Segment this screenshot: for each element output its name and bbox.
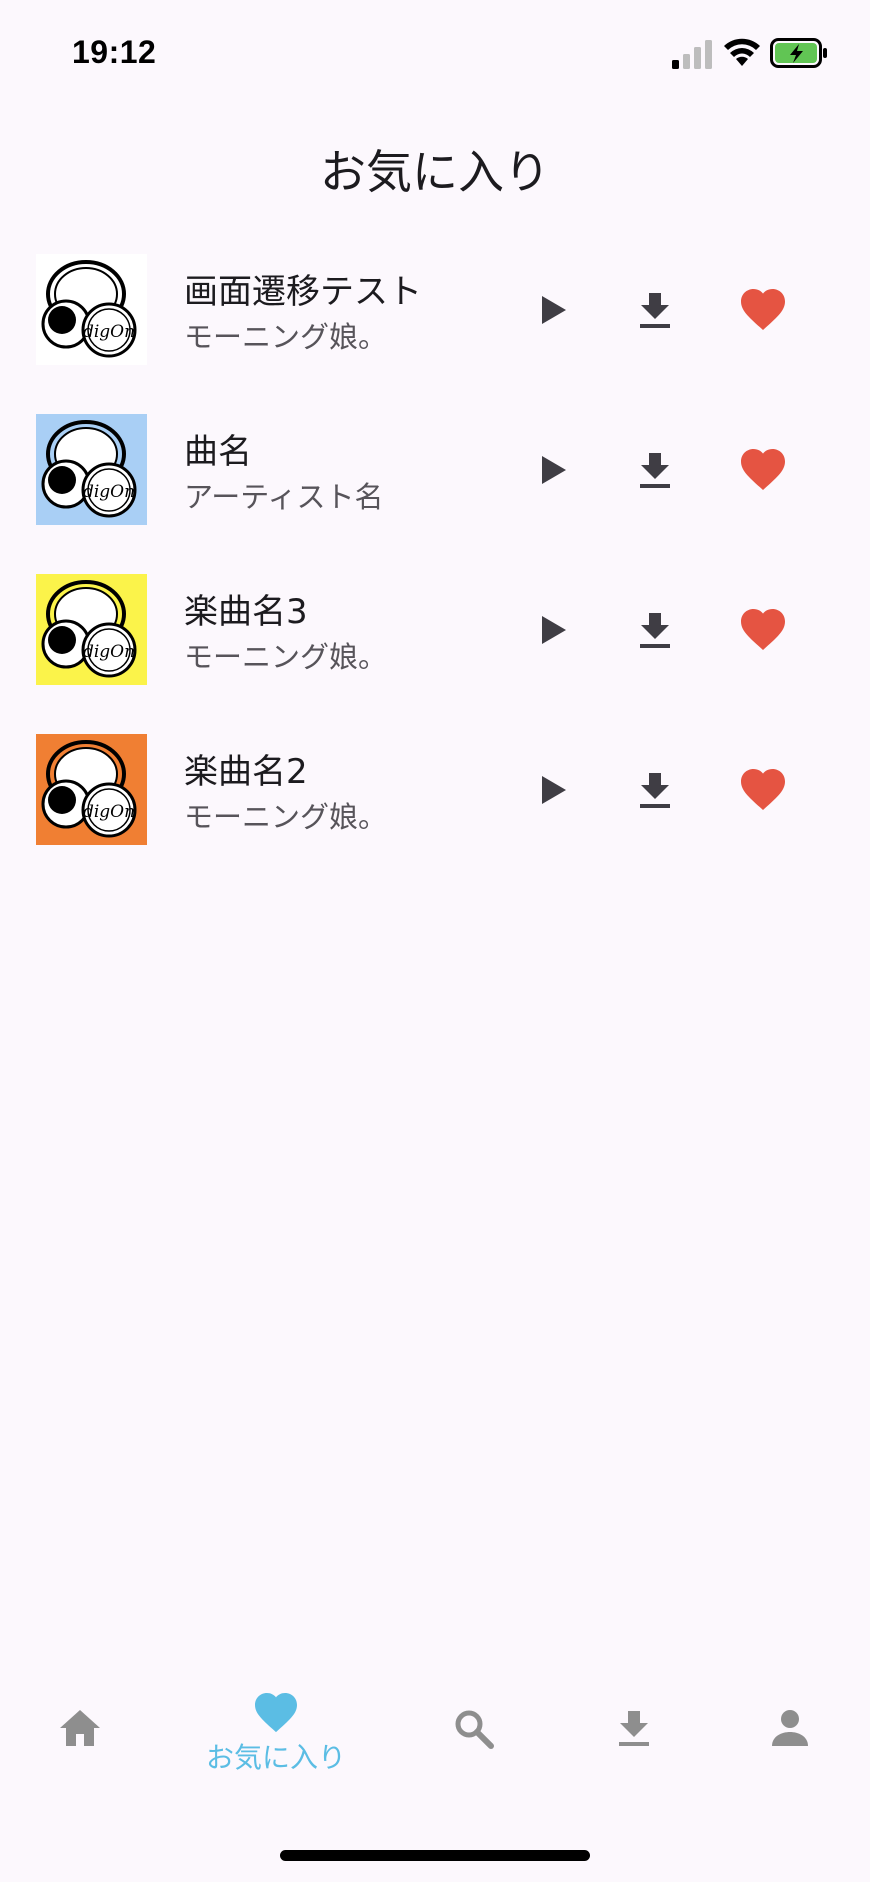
song-artist: モーニング娘。 — [184, 320, 388, 354]
home-icon — [60, 1710, 100, 1746]
nav-favorites-label: お気に入り — [205, 1741, 346, 1774]
search-icon — [455, 1710, 494, 1749]
nav-search[interactable] — [434, 1708, 514, 1750]
home-indicator — [280, 1850, 590, 1861]
person-icon — [772, 1710, 808, 1746]
headphones-logo-icon: digOn — [36, 574, 147, 685]
svg-text:digOn: digOn — [83, 482, 135, 502]
song-artist: モーニング娘。 — [184, 800, 388, 834]
download-icon — [640, 773, 670, 808]
song-title: 画面遷移テスト — [184, 272, 422, 312]
download-button[interactable] — [623, 758, 687, 822]
favorite-button[interactable] — [731, 438, 795, 502]
play-button[interactable] — [520, 598, 584, 662]
svg-text:digOn: digOn — [83, 322, 135, 342]
download-button[interactable] — [623, 438, 687, 502]
list-item[interactable]: digOn 曲名 アーティスト名 — [0, 410, 870, 570]
status-bar: 19:12 — [0, 0, 870, 110]
nav-account[interactable] — [750, 1708, 830, 1748]
download-icon — [640, 293, 670, 328]
heart-icon — [741, 769, 785, 810]
favorite-button[interactable] — [731, 278, 795, 342]
song-title: 楽曲名2 — [184, 752, 308, 792]
download-icon — [640, 613, 670, 648]
nav-downloads[interactable] — [594, 1708, 674, 1748]
wifi-icon — [724, 38, 760, 66]
album-artwork: digOn — [36, 574, 147, 685]
album-artwork: digOn — [36, 734, 147, 845]
download-icon — [640, 453, 670, 488]
nav-home[interactable] — [40, 1708, 120, 1748]
play-icon — [542, 456, 566, 484]
play-icon — [542, 776, 566, 804]
download-button[interactable] — [623, 278, 687, 342]
heart-icon — [741, 449, 785, 490]
song-artist: モーニング娘。 — [184, 640, 388, 674]
play-button[interactable] — [520, 438, 584, 502]
play-icon — [542, 616, 566, 644]
nav-favorites[interactable]: お気に入り — [176, 1692, 376, 1776]
svg-text:digOn: digOn — [83, 802, 135, 822]
list-item[interactable]: digOn 楽曲名2 モーニング娘。 — [0, 730, 870, 890]
song-title: 曲名 — [184, 432, 252, 472]
heart-icon — [255, 1692, 297, 1733]
favorites-list: digOn 画面遷移テスト モーニング娘。 digOn 曲名 アーティスト名 d… — [0, 250, 870, 890]
download-button[interactable] — [623, 598, 687, 662]
song-title: 楽曲名3 — [184, 592, 308, 632]
battery-icon — [770, 38, 827, 68]
favorite-button[interactable] — [731, 598, 795, 662]
bottom-navigation: お気に入り — [0, 1672, 870, 1802]
song-artist: アーティスト名 — [184, 480, 384, 514]
headphones-logo-icon: digOn — [36, 414, 147, 525]
page-title: お気に入り — [320, 145, 550, 199]
list-item[interactable]: digOn 楽曲名3 モーニング娘。 — [0, 570, 870, 730]
download-icon — [619, 1711, 649, 1746]
heart-icon — [741, 609, 785, 650]
play-button[interactable] — [520, 758, 584, 822]
album-artwork: digOn — [36, 254, 147, 365]
svg-text:digOn: digOn — [83, 642, 135, 662]
favorite-button[interactable] — [731, 758, 795, 822]
cellular-signal-icon — [672, 40, 712, 69]
list-item[interactable]: digOn 画面遷移テスト モーニング娘。 — [0, 250, 870, 410]
headphones-logo-icon: digOn — [36, 734, 147, 845]
play-icon — [542, 296, 566, 324]
heart-icon — [741, 289, 785, 330]
album-artwork: digOn — [36, 414, 147, 525]
headphones-logo-icon: digOn — [36, 254, 147, 365]
play-button[interactable] — [520, 278, 584, 342]
status-time: 19:12 — [72, 34, 157, 70]
